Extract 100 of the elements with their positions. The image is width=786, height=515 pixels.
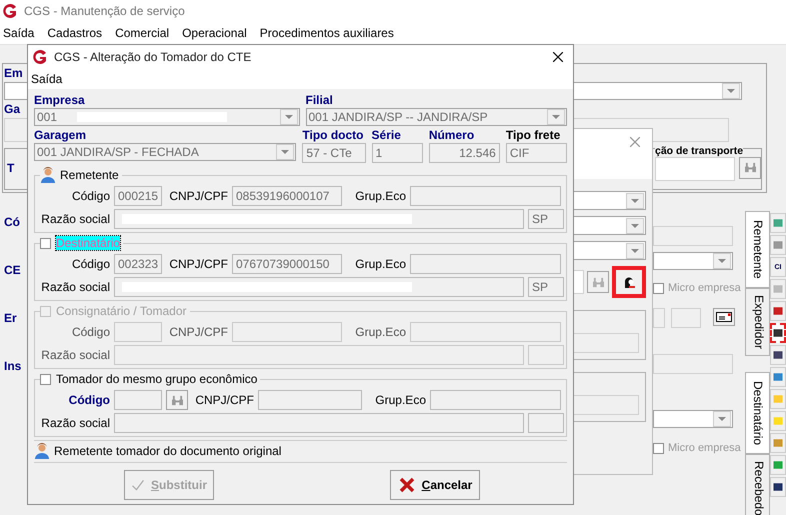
email-button[interactable] [713, 308, 735, 326]
field-label: CNPJ/CPF [194, 393, 254, 407]
menu-item[interactable]: Procedimentos auxiliares [260, 26, 394, 40]
field-label: CNPJ/CPF [168, 257, 228, 271]
text-field[interactable]: 1 [372, 143, 423, 163]
toolbar-button[interactable] [770, 323, 786, 343]
tool-icon [772, 459, 784, 471]
side-tab[interactable]: Expedidor [745, 288, 770, 356]
status-text: Remetente tomador do documento original [54, 444, 282, 458]
field-label: ção de transporte [655, 144, 744, 157]
binoculars-icon [170, 394, 184, 406]
field-label: Razão social [40, 280, 110, 294]
text-field[interactable]: 07670739000150 [232, 254, 342, 274]
menu-item[interactable]: Cadastros [47, 26, 102, 40]
field-label: Garagem [34, 128, 88, 143]
side-tab[interactable]: Destinatário [745, 372, 770, 454]
field-label: Có [4, 215, 20, 229]
text-field[interactable] [114, 277, 524, 297]
text-field[interactable]: SP [528, 277, 564, 297]
text-field[interactable] [114, 209, 524, 229]
field-label: Grup.Eco [354, 257, 406, 271]
menu-item[interactable]: Operacional [182, 26, 247, 40]
field-label: Grup.Eco [374, 393, 426, 407]
tool-icon [772, 371, 784, 383]
dropdown-field[interactable]: 001 [34, 108, 300, 126]
tool-icon [772, 305, 784, 317]
caret-icon [631, 224, 639, 228]
tool-icon [772, 239, 784, 251]
dropdown-field[interactable] [653, 252, 733, 270]
text-field[interactable] [653, 308, 665, 328]
field-label: Empresa [34, 93, 86, 108]
field-label: Razão social [40, 212, 110, 226]
menu-item[interactable]: Saída [31, 72, 62, 86]
field-label: Grup.Eco [354, 189, 406, 203]
field-label: Em [4, 66, 23, 80]
search-button[interactable] [587, 271, 609, 293]
caret-icon [552, 115, 560, 119]
field-label: Ins [4, 359, 22, 373]
field-label: Er [4, 311, 17, 325]
window-title: CGS - Manutenção de serviço [24, 4, 185, 18]
search-button[interactable] [739, 156, 761, 179]
menu-item[interactable]: Saída [3, 26, 34, 40]
field-label: Código [70, 189, 110, 203]
dropdown-field[interactable]: 001 JANDIRA/SP - FECHADA [34, 143, 296, 161]
caret-icon [631, 198, 639, 202]
field-label: Grup.Eco [354, 325, 406, 339]
text-field[interactable] [410, 186, 561, 206]
text-field[interactable]: CIF [506, 143, 567, 163]
field-label: Razão social [40, 416, 110, 430]
field-label: Tipo docto [302, 128, 364, 143]
text-field[interactable] [430, 390, 561, 410]
close-icon[interactable] [553, 52, 563, 62]
menu-item[interactable]: Comercial [115, 26, 170, 40]
text-field[interactable]: 002323 [114, 254, 162, 274]
dropdown-field[interactable]: 001 JANDIRA/SP -- JANDIRA/SP [306, 108, 567, 126]
text-field[interactable] [410, 254, 561, 274]
dialog-title: CGS - Alteração do Tomador do CTE [54, 50, 252, 64]
check-icon [131, 477, 145, 493]
field-label: Razão social [40, 348, 110, 362]
tool-icon [772, 217, 784, 229]
field-label: Filial [306, 93, 334, 108]
tool-icon [772, 327, 784, 339]
caret-icon [718, 417, 726, 421]
cancel-button[interactable]: Cancelar [390, 470, 480, 500]
search-button[interactable] [166, 390, 188, 410]
text-field[interactable] [114, 390, 162, 410]
group-checkbox[interactable]: Tomador do mesmo grupo econômico [40, 372, 258, 386]
micro-empresa-checkbox[interactable]: Micro empresa [653, 442, 741, 454]
text-field[interactable] [258, 390, 362, 410]
text-field[interactable] [653, 354, 733, 374]
text-field[interactable] [671, 308, 701, 328]
micro-empresa-checkbox[interactable]: Micro empresa [653, 282, 741, 294]
text-field[interactable]: 12.546 [428, 143, 500, 163]
text-field[interactable] [528, 413, 564, 433]
person-icon [34, 443, 50, 459]
text-field[interactable]: 57 - CTe [302, 143, 366, 163]
field-label: CE [4, 263, 21, 277]
caret-icon [284, 115, 292, 119]
x-icon [398, 477, 416, 493]
dropdown-field[interactable] [653, 410, 733, 428]
field-label: Número [428, 128, 476, 143]
text-field[interactable] [653, 226, 733, 246]
field-label: Código [68, 393, 110, 407]
text-field[interactable]: SP [528, 209, 564, 229]
tool-icon [772, 415, 784, 427]
tool-icon [772, 349, 784, 361]
logo-icon [32, 49, 48, 65]
text-field[interactable]: 08539196000107 [232, 186, 342, 206]
logo-icon [2, 3, 18, 19]
person-button[interactable] [612, 266, 646, 298]
text-field[interactable] [655, 156, 735, 181]
side-tab[interactable]: Remetente [745, 211, 770, 288]
text-field[interactable] [114, 413, 524, 433]
tool-icon [772, 393, 784, 405]
envelope-icon [716, 312, 732, 322]
field-label: CNPJ/CPF [168, 189, 228, 203]
tool-icon [772, 283, 784, 295]
text-field[interactable]: 000215 [114, 186, 162, 206]
field-label: CNPJ/CPF [168, 325, 228, 339]
caret-icon [718, 259, 726, 263]
